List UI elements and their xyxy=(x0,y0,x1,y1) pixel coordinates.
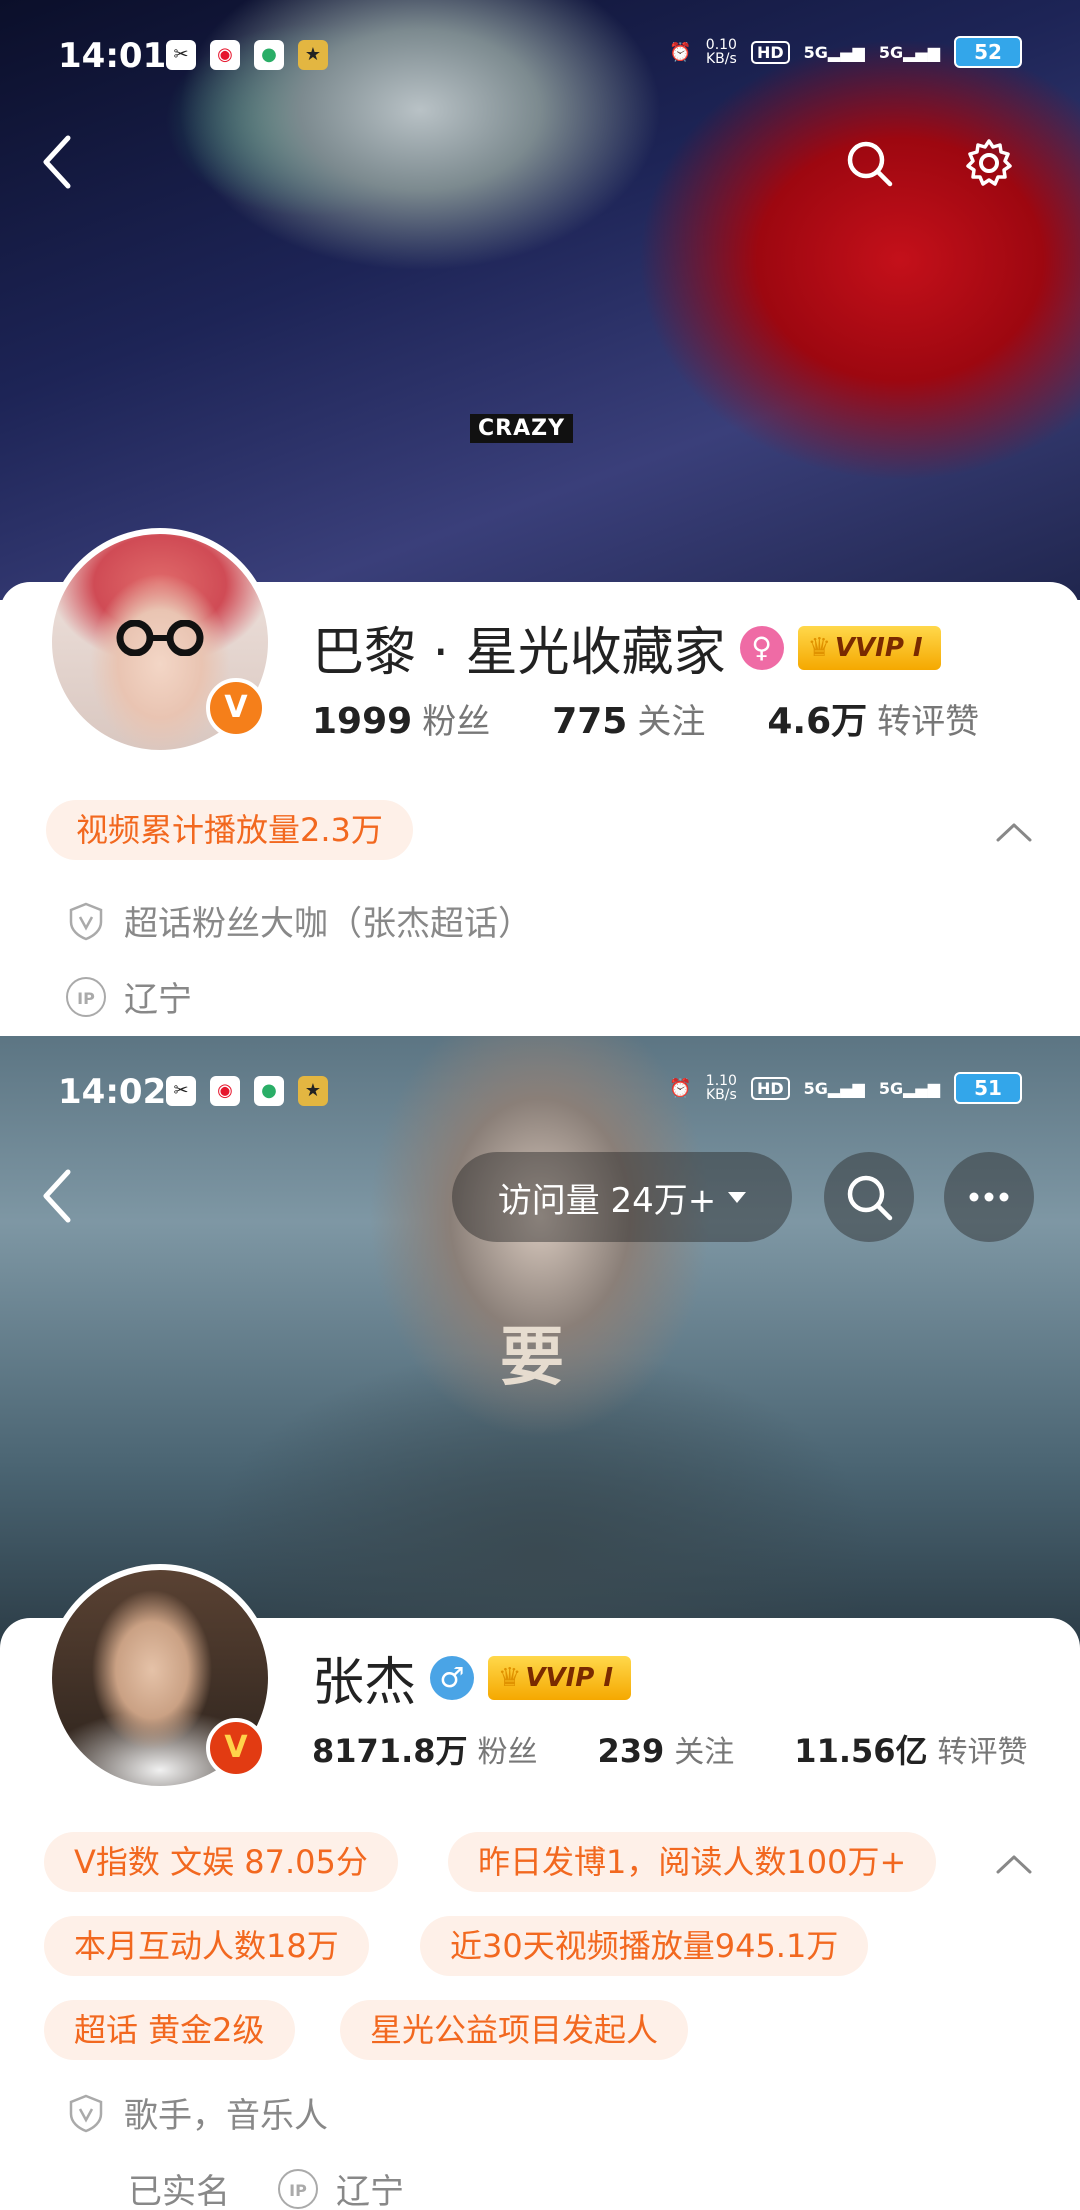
location-text: 辽宁 xyxy=(336,2172,404,2210)
weibo-icon: ◉ xyxy=(210,40,240,70)
tag-charity-founder[interactable]: 星光公益项目发起人 xyxy=(340,2000,689,2060)
gear-icon xyxy=(966,139,1012,186)
alarm-icon: ⏰ xyxy=(669,1077,692,1099)
verified-location-row: 已实名 IP 辽宁 xyxy=(128,2164,404,2210)
poster-title: 要 xyxy=(500,1320,564,1395)
status-indicators: ⏰ 0.10 KB/s HD 5G▂▄▆ 5G▂▄▆ 52 xyxy=(669,36,1022,68)
chevron-left-icon xyxy=(43,135,71,189)
following-stat[interactable]: 775 关注 xyxy=(552,694,705,743)
search-button[interactable] xyxy=(824,118,914,208)
profile-card: V 张杰 ♂ ♛ VVIP I 8171.8万 粉丝 239 关注 11.56亿 转评赞… xyxy=(0,1564,1080,2210)
crown-icon: ♛ xyxy=(807,632,831,663)
following-stat[interactable]: 239 关注 xyxy=(598,1727,735,1771)
followers-stat[interactable]: 1999 粉丝 xyxy=(312,694,490,743)
app-notification-icon: ✂ xyxy=(166,40,196,70)
hd-badge: HD xyxy=(750,1076,790,1100)
verified-v-badge: V xyxy=(206,678,266,738)
name-row: 巴黎 · 星光收藏家 ♀ ♛ VVIP I xyxy=(312,610,941,685)
status-app-icons: ✂ ◉ ● ★ xyxy=(166,1076,328,1106)
profile-name: 巴黎 · 星光收藏家 xyxy=(312,623,726,683)
engagement-stat[interactable]: 11.56亿 转评赞 xyxy=(794,1726,1027,1772)
stats-row: 8171.8万 粉丝 239 关注 11.56亿 转评赞 xyxy=(312,1726,1028,1772)
screenshot-2: 要 14:02 ✂ ◉ ● ★ ⏰ 1.10 KB/s HD 5G▂▄▆ 5G▂▄… xyxy=(0,1036,1080,2210)
caret-down-icon xyxy=(728,1191,747,1203)
tag-30day-video-plays[interactable]: 近30天视频播放量945.1万 xyxy=(420,1916,869,1976)
signal-1: 5G▂▄▆ xyxy=(803,42,865,62)
status-bar: 14:02 ✂ ◉ ● ★ ⏰ 1.10 KB/s HD 5G▂▄▆ 5G▂▄▆ … xyxy=(0,1036,1080,1146)
status-time: 14:01 xyxy=(58,36,167,76)
location-row: IP 辽宁 xyxy=(66,972,192,1021)
status-app-icons: ✂ ◉ ● ★ xyxy=(166,40,328,70)
settings-button[interactable] xyxy=(944,118,1034,208)
status-time: 14:02 xyxy=(58,1072,167,1112)
stats-row: 1999 粉丝 775 关注 4.6万 转评赞 xyxy=(312,692,979,744)
chevron-up-icon[interactable] xyxy=(994,820,1034,844)
signal-1: 5G▂▄▆ xyxy=(803,1078,865,1098)
ip-icon: IP xyxy=(278,2168,318,2209)
tag-monthly-interactions[interactable]: 本月互动人数18万 xyxy=(44,1916,369,1976)
location-text: 辽宁 xyxy=(124,980,192,1020)
followers-stat[interactable]: 8171.8万 粉丝 xyxy=(312,1726,538,1772)
tag-video-plays[interactable]: 视频累计播放量2.3万 xyxy=(46,800,413,860)
battery-indicator: 52 xyxy=(954,36,1022,68)
name-row: 张杰 ♂ ♛ VVIP I xyxy=(312,1640,632,1715)
net-speed: 1.10 KB/s xyxy=(705,1073,737,1103)
back-button[interactable] xyxy=(38,1166,78,1226)
male-icon: ♂ xyxy=(430,1655,475,1700)
hd-badge: HD xyxy=(750,40,790,64)
supertopic-text: 超话粉丝大咖（张杰超话） xyxy=(124,904,532,944)
more-dots-icon xyxy=(969,1192,1009,1202)
visits-dropdown[interactable]: 访问量 24万+ xyxy=(452,1152,792,1242)
net-speed: 0.10 KB/s xyxy=(705,37,737,67)
occupation-row: 歌手，音乐人 xyxy=(66,2088,328,2137)
back-button[interactable] xyxy=(38,132,78,192)
profile-card: V 巴黎 · 星光收藏家 ♀ ♛ VVIP I 1999 粉丝 775 关注 4.6万… xyxy=(0,528,1080,1036)
app-notification-icon: ✂ xyxy=(166,1076,196,1106)
profile-name: 张杰 xyxy=(312,1653,417,1713)
female-icon: ♀ xyxy=(739,625,784,670)
game-icon: ★ xyxy=(298,1076,328,1106)
search-icon xyxy=(847,1175,893,1221)
verified-v-badge: V xyxy=(206,1718,266,1778)
wechat-icon: ● xyxy=(254,1076,284,1106)
alarm-icon: ⏰ xyxy=(669,41,692,63)
chevron-left-icon xyxy=(43,1169,71,1223)
real-name-verified-text: 已实名 xyxy=(128,2172,230,2210)
chevron-up-icon[interactable] xyxy=(994,1852,1034,1876)
battery-indicator: 51 xyxy=(954,1072,1022,1104)
banner-logo: CRAZY xyxy=(470,414,573,443)
tag-v-index[interactable]: V指数 文娱 87.05分 xyxy=(44,1832,398,1892)
signal-2: 5G▂▄▆ xyxy=(878,42,940,62)
visits-text: 访问量 24万+ xyxy=(497,1180,717,1221)
tag-supertopic-level[interactable]: 超话 黄金2级 xyxy=(44,2000,295,2060)
game-icon: ★ xyxy=(298,40,328,70)
engagement-stat[interactable]: 4.6万 转评赞 xyxy=(767,692,979,744)
vvip-badge[interactable]: ♛ VVIP I xyxy=(488,1655,632,1700)
search-icon xyxy=(847,141,893,187)
crown-icon: ♛ xyxy=(498,1662,522,1693)
shield-v-icon xyxy=(69,2094,103,2132)
supertopic-row[interactable]: 超话粉丝大咖（张杰超话） xyxy=(66,896,532,945)
screenshot-1: CRAZY 14:01 ✂ ◉ ● ★ ⏰ 0.10 KB/s HD 5G▂▄▆ … xyxy=(0,0,1080,1036)
ip-icon: IP xyxy=(66,976,106,1017)
signal-2: 5G▂▄▆ xyxy=(878,1078,940,1098)
glasses-graphic xyxy=(116,620,204,656)
occupation-text: 歌手，音乐人 xyxy=(124,2096,328,2136)
tag-yesterday-posts[interactable]: 昨日发博1，阅读人数100万+ xyxy=(448,1832,937,1892)
more-button[interactable] xyxy=(944,1152,1034,1242)
status-bar: 14:01 ✂ ◉ ● ★ ⏰ 0.10 KB/s HD 5G▂▄▆ 5G▂▄▆ … xyxy=(0,0,1080,110)
vvip-badge[interactable]: ♛ VVIP I xyxy=(797,625,941,670)
status-indicators: ⏰ 1.10 KB/s HD 5G▂▄▆ 5G▂▄▆ 51 xyxy=(669,1072,1022,1104)
shield-v-icon xyxy=(69,902,103,940)
weibo-icon: ◉ xyxy=(210,1076,240,1106)
wechat-icon: ● xyxy=(254,40,284,70)
search-button[interactable] xyxy=(824,1152,914,1242)
